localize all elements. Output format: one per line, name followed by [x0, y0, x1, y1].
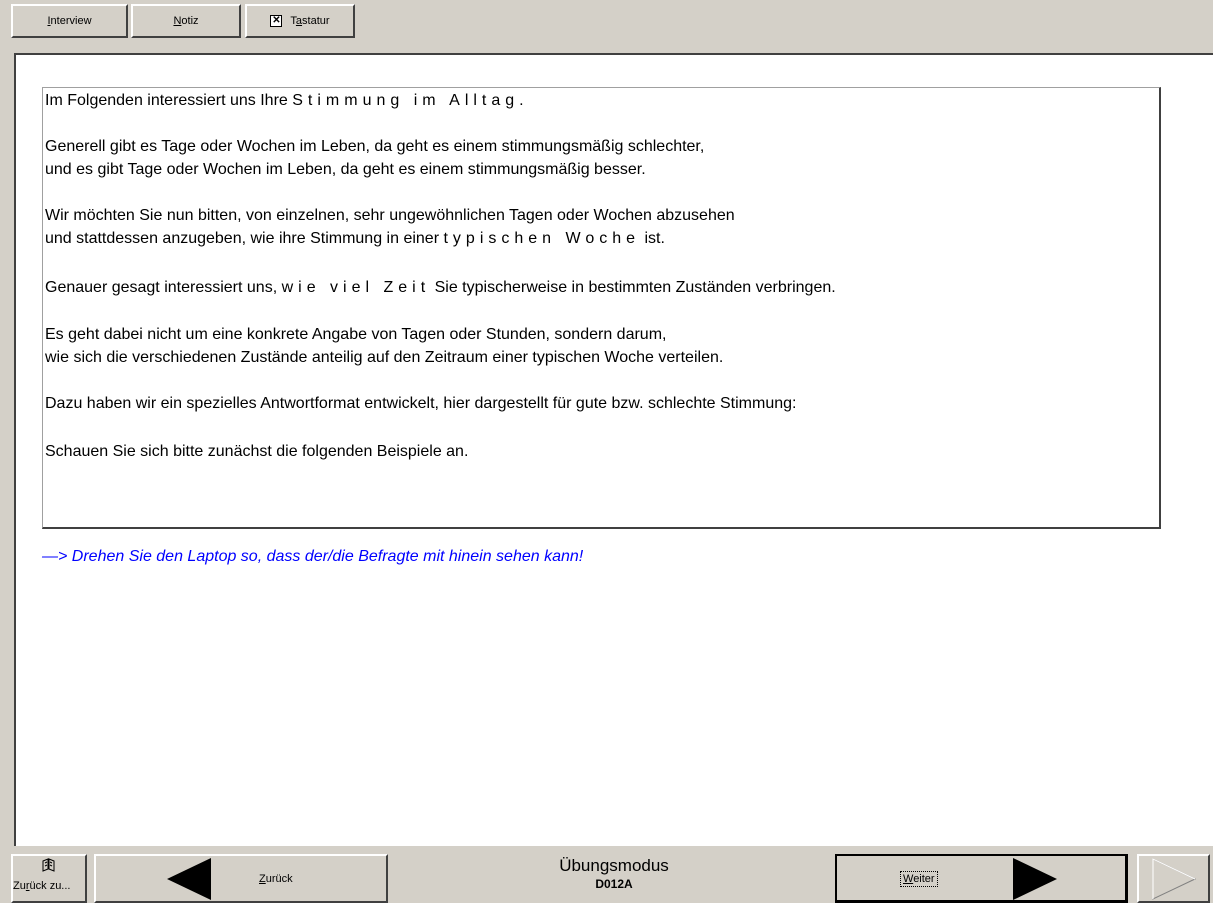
- question-line-4: Wir möchten Sie nun bitten, von einzelne…: [45, 207, 735, 224]
- back-button-label: Zurück: [259, 873, 293, 885]
- arrow-right-icon: [1013, 858, 1057, 900]
- book-icon: [42, 858, 55, 872]
- question-line-3: und es gibt Tage oder Wochen im Leben, d…: [45, 161, 646, 178]
- mode-indicator: Übungsmodus D012A: [394, 856, 834, 892]
- question-text-box: Im Folgenden interessiert uns Ihre Stimm…: [42, 87, 1161, 529]
- notiz-button-label: Notiz: [173, 15, 199, 27]
- interview-button[interactable]: Interview: [11, 4, 128, 38]
- interviewer-instruction: —> Drehen Sie den Laptop so, dass der/di…: [42, 548, 584, 565]
- question-line-9: Dazu haben wir ein spezielles Antwortfor…: [45, 395, 797, 412]
- question-line-2: Generell gibt es Tage oder Wochen im Leb…: [45, 138, 705, 155]
- tastatur-button-label: Tastatur: [290, 15, 330, 27]
- next-button[interactable]: Weiter: [835, 854, 1128, 903]
- top-toolbar: Interview Notiz ✕ Tastatur: [0, 0, 1213, 44]
- bottom-navigation-bar: Zurück zu... Zurück Übungsmodus D012A We…: [0, 846, 1213, 903]
- question-line-10: Schauen Sie sich bitte zunächst die folg…: [45, 443, 469, 460]
- interview-button-label: Interview: [47, 15, 92, 27]
- question-line-6: Genauer gesagt interessiert uns, wie vie…: [45, 279, 836, 296]
- tastatur-button[interactable]: ✕ Tastatur: [245, 4, 355, 38]
- jump-back-button-label: Zurück zu...: [13, 880, 71, 892]
- question-line-5: und stattdessen anzugeben, wie ihre Stim…: [45, 230, 665, 247]
- question-code: D012A: [595, 877, 633, 891]
- arrow-right-outline-icon: [1152, 858, 1196, 900]
- tastatur-checkbox-icon[interactable]: ✕: [270, 15, 283, 27]
- main-panel: Im Folgenden interessiert uns Ihre Stimm…: [14, 53, 1213, 846]
- end-button[interactable]: [1137, 854, 1210, 903]
- jump-back-button[interactable]: Zurück zu...: [11, 854, 87, 903]
- question-line-1: Im Folgenden interessiert uns Ihre Stimm…: [45, 92, 524, 109]
- arrow-left-icon: [167, 858, 211, 900]
- next-button-label: Weiter: [900, 871, 938, 887]
- question-line-7: Es geht dabei nicht um eine konkrete Ang…: [45, 326, 667, 343]
- mode-label: Übungsmodus: [559, 856, 669, 875]
- notiz-button[interactable]: Notiz: [131, 4, 241, 38]
- question-line-8: wie sich die verschiedenen Zustände ante…: [45, 349, 724, 366]
- back-button[interactable]: Zurück: [94, 854, 388, 903]
